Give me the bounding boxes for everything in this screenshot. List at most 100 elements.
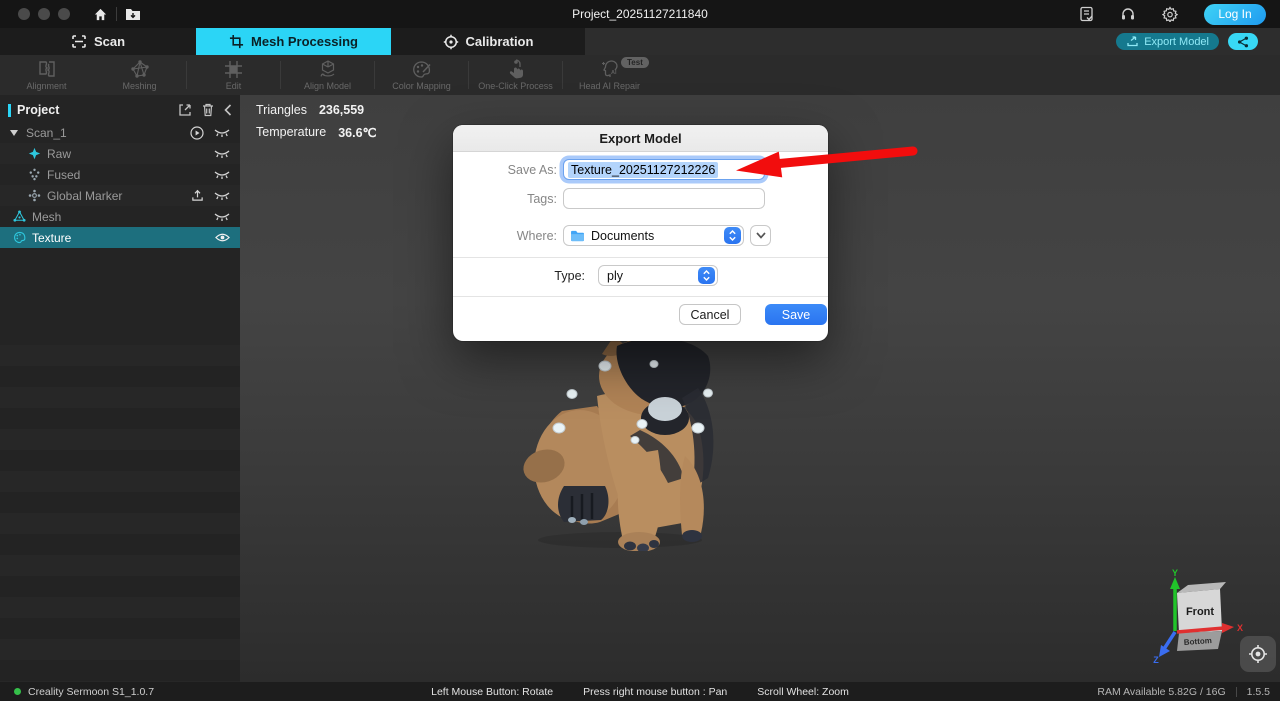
eye-closed-icon[interactable]: [214, 212, 230, 222]
gizmo-front-label: Front: [1186, 606, 1214, 618]
eye-open-icon[interactable]: [215, 232, 230, 243]
mode-tabs: Scan Mesh Processing Calibration Export …: [0, 28, 1280, 55]
save-label: Save: [782, 308, 811, 322]
scanned-model-dog[interactable]: [502, 336, 742, 551]
tree-item-label: Global Marker: [47, 189, 191, 203]
cancel-button[interactable]: Cancel: [679, 304, 741, 325]
window-controls[interactable]: [18, 8, 70, 20]
close-window-icon[interactable]: [18, 8, 30, 20]
type-label: Type:: [453, 269, 585, 283]
toolbar-head-ai-repair[interactable]: Test AI Head AI Repair: [563, 55, 656, 95]
tab-scan[interactable]: Scan: [0, 28, 196, 55]
collapse-icon[interactable]: [224, 104, 232, 116]
raw-icon: [27, 147, 41, 161]
temperature-label: Temperature: [256, 125, 326, 140]
toolbar-align-model-label: Align Model: [304, 81, 351, 91]
svg-text:AI: AI: [611, 70, 617, 76]
dropdown-stepper-icon: [724, 227, 741, 244]
sidebar-empty-rows: [0, 345, 240, 682]
edit-icon: [224, 59, 243, 79]
gizmo-y-label: Y: [1172, 569, 1178, 578]
eye-closed-icon[interactable]: [214, 191, 230, 201]
test-badge: Test: [621, 57, 649, 68]
tab-mesh-processing-label: Mesh Processing: [251, 34, 358, 49]
sidebar-header: Project: [0, 98, 240, 122]
gizmo-z-label: Z: [1153, 655, 1159, 664]
upload-icon[interactable]: [191, 189, 204, 202]
login-button[interactable]: Log In: [1204, 4, 1266, 25]
dialog-separator: [453, 257, 828, 258]
eye-closed-icon[interactable]: [214, 149, 230, 159]
tree-item-scan1[interactable]: Scan_1: [0, 122, 240, 143]
app-version: 1.5.5: [1247, 686, 1270, 698]
toolbar-align-model[interactable]: Align Model: [281, 55, 374, 95]
toolbar-head-ai-repair-label: Head AI Repair: [579, 81, 640, 91]
maximize-window-icon[interactable]: [58, 8, 70, 20]
reset-view-button[interactable]: [1240, 636, 1276, 672]
alignment-icon: [37, 59, 57, 79]
headset-icon[interactable]: [1120, 6, 1136, 22]
tree-item-raw[interactable]: Raw: [0, 143, 240, 164]
export-dialog-title: Export Model: [453, 125, 828, 152]
expand-dialog-button[interactable]: [750, 225, 771, 246]
save-as-input[interactable]: Texture_20251127212226: [563, 159, 765, 180]
app-window: Project_20251127211840 Log In Scan Mesh …: [0, 0, 1280, 701]
tree-item-label: Texture: [32, 231, 215, 245]
folder-icon: [570, 230, 585, 242]
sidebar-title: Project: [17, 103, 178, 117]
ram-available: RAM Available 5.82G / 16G: [1097, 686, 1225, 698]
tree-item-global-marker[interactable]: Global Marker: [0, 185, 240, 206]
tab-calibration[interactable]: Calibration: [391, 28, 585, 55]
toolbar-edit-label: Edit: [226, 81, 242, 91]
trash-icon[interactable]: [202, 103, 214, 117]
export-model-button[interactable]: Export Model: [1116, 33, 1219, 50]
minimize-window-icon[interactable]: [38, 8, 50, 20]
save-button[interactable]: Save: [765, 304, 827, 325]
head-ai-repair-icon: AI: [600, 59, 620, 79]
tree-item-texture[interactable]: Texture: [0, 227, 240, 248]
cancel-label: Cancel: [691, 308, 730, 322]
toolbar-color-mapping-label: Color Mapping: [392, 81, 451, 91]
export-model-label: Export Model: [1144, 36, 1209, 48]
toolbar-one-click-process[interactable]: One-Click Process: [469, 55, 562, 95]
where-dropdown[interactable]: Documents: [563, 225, 744, 246]
scan-icon: [71, 34, 87, 49]
orientation-gizmo[interactable]: Front Bottom Y X Z: [1148, 569, 1248, 664]
dialog-separator: [453, 296, 828, 297]
toolbar-alignment-label: Alignment: [26, 81, 66, 91]
texture-icon: [12, 231, 26, 245]
tree-item-fused[interactable]: Fused: [0, 164, 240, 185]
tree-item-label: Fused: [47, 168, 214, 182]
toolbar-color-mapping[interactable]: Color Mapping: [375, 55, 468, 95]
global-marker-icon: [27, 189, 41, 203]
tab-mesh-processing[interactable]: Mesh Processing: [196, 28, 391, 55]
doc-check-icon[interactable]: [1078, 6, 1094, 22]
tabrow-actions: Export Model: [585, 28, 1280, 55]
align-model-icon: [318, 59, 338, 79]
titlebar: Project_20251127211840 Log In: [0, 0, 1280, 28]
tags-input[interactable]: [563, 188, 765, 209]
eye-closed-icon[interactable]: [214, 128, 230, 138]
fused-icon: [27, 168, 41, 182]
tree-item-label: Scan_1: [26, 126, 190, 140]
folder-import-icon[interactable]: [125, 6, 141, 22]
type-dropdown[interactable]: ply: [598, 265, 718, 286]
tree-item-mesh[interactable]: Mesh: [0, 206, 240, 227]
import-icon[interactable]: [178, 103, 192, 117]
caret-down-icon[interactable]: [10, 130, 18, 136]
play-circle-icon[interactable]: [190, 126, 204, 140]
meshing-icon: [130, 59, 150, 79]
calibration-target-icon: [443, 34, 459, 50]
share-button[interactable]: [1228, 33, 1258, 50]
tags-label: Tags:: [453, 192, 557, 206]
save-as-label: Save As:: [453, 163, 557, 177]
toolbar-alignment[interactable]: Alignment: [0, 55, 93, 95]
eye-closed-icon[interactable]: [214, 170, 230, 180]
toolbar-edit[interactable]: Edit: [187, 55, 280, 95]
model-stats: Triangles236,559 Temperature36.6℃: [256, 103, 377, 148]
chevron-down-icon: [756, 232, 766, 239]
toolbar-meshing[interactable]: Meshing: [93, 55, 186, 95]
gear-icon[interactable]: [1162, 6, 1178, 22]
tab-scan-label: Scan: [94, 34, 125, 49]
home-icon[interactable]: [92, 6, 108, 22]
